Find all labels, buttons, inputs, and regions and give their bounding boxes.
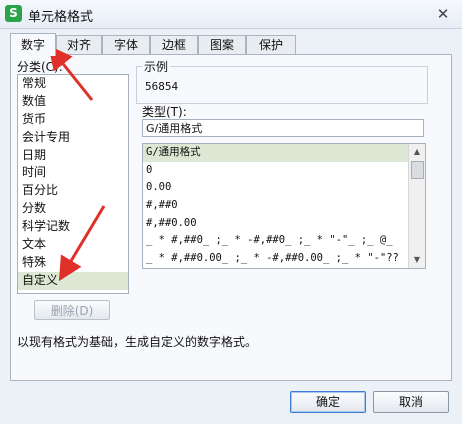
type-item[interactable]: #,##0 [143,197,408,215]
type-item[interactable]: _ * #,##0.00_ ;_ * -#,##0.00_ ;_ * "-"?? [143,250,408,268]
category-item-special[interactable]: 特殊 [18,254,128,272]
type-item[interactable]: G/通用格式 [143,144,408,162]
tab-pattern[interactable]: 图案 [198,35,246,54]
category-label: 分类(C): [17,60,63,74]
sample-group [136,66,428,104]
category-item-custom[interactable]: 自定义 [18,271,128,290]
category-item-general[interactable]: 常规 [18,75,128,93]
ok-button[interactable]: 确定 [290,391,366,413]
category-item-percentage[interactable]: 百分比 [18,182,128,200]
tab-border[interactable]: 边框 [150,35,198,54]
cancel-button[interactable]: 取消 [373,391,449,413]
type-item[interactable]: #,##0.00 [143,215,408,233]
category-item-accounting[interactable]: 会计专用 [18,129,128,147]
category-item-currency[interactable]: 货币 [18,111,128,129]
category-item-date[interactable]: 日期 [18,147,128,165]
category-item-number[interactable]: 数值 [18,93,128,111]
type-list-scrollbar[interactable]: ▲ ▼ [408,144,425,268]
delete-button[interactable]: 删除(D) [34,300,110,320]
category-item-time[interactable]: 时间 [18,164,128,182]
category-item-text[interactable]: 文本 [18,236,128,254]
format-description: 以现有格式为基础，生成自定义的数字格式。 [17,335,258,349]
type-item[interactable]: 0.00 [143,179,408,197]
type-list[interactable]: G/通用格式 0 0.00 #,##0 #,##0.00 _ * #,##0_ … [142,143,426,269]
title-bar: S 单元格格式 ✕ [0,0,462,29]
type-item[interactable]: 0 [143,162,408,180]
tab-number[interactable]: 数字 [10,33,56,56]
sample-label: 示例 [142,58,171,75]
category-item-scientific[interactable]: 科学记数 [18,218,128,236]
window-title: 单元格格式 [28,10,94,25]
tab-alignment[interactable]: 对齐 [56,35,102,54]
close-icon[interactable]: ✕ [434,5,452,23]
category-list[interactable]: 常规 数值 货币 会计专用 日期 时间 百分比 分数 科学记数 文本 特殊 自定… [17,74,129,294]
tab-font[interactable]: 字体 [102,35,150,54]
type-item[interactable]: _ * #,##0_ ;_ * -#,##0_ ;_ * "-"_ ;_ @_ [143,232,408,250]
sample-value: 56854 [145,80,179,93]
tab-protection[interactable]: 保护 [246,35,296,54]
scroll-down-icon[interactable]: ▼ [409,252,425,268]
category-item-fraction[interactable]: 分数 [18,200,128,218]
type-input[interactable]: G/通用格式 [142,119,424,137]
type-label: 类型(T): [142,105,187,119]
app-logo-icon: S [5,5,22,22]
scroll-up-icon[interactable]: ▲ [409,144,425,160]
scroll-thumb[interactable] [411,161,424,179]
